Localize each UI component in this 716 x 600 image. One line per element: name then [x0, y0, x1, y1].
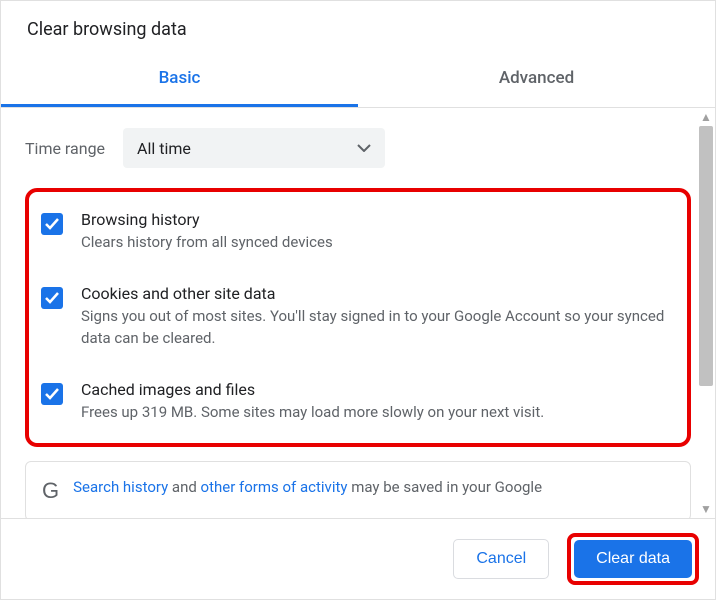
- checkbox-cache[interactable]: [41, 383, 63, 405]
- item-browsing-history: Browsing history Clears history from all…: [41, 210, 675, 254]
- item-cookies: Cookies and other site data Signs you ou…: [41, 284, 675, 350]
- tabs: Basic Advanced: [1, 54, 715, 108]
- google-icon: G: [42, 478, 59, 504]
- highlight-box: Browsing history Clears history from all…: [25, 188, 691, 447]
- dialog-content: Time range All time Browsing history Cle…: [1, 108, 715, 518]
- time-range-row: Time range All time: [25, 128, 691, 168]
- clear-browsing-data-dialog: Clear browsing data Basic Advanced Time …: [0, 0, 716, 600]
- item-cache: Cached images and files Frees up 319 MB.…: [41, 380, 675, 424]
- dialog-footer: Cancel Clear data: [1, 518, 715, 599]
- link-other-activity[interactable]: other forms of activity: [201, 478, 348, 496]
- checkbox-cookies[interactable]: [41, 287, 63, 309]
- dialog-title: Clear browsing data: [1, 1, 715, 54]
- google-account-info: G Search history and other forms of acti…: [25, 461, 691, 518]
- cancel-button[interactable]: Cancel: [453, 539, 549, 579]
- chevron-down-icon: [357, 144, 371, 152]
- item-title: Cookies and other site data: [81, 284, 675, 303]
- item-title: Cached images and files: [81, 380, 544, 399]
- clear-data-button[interactable]: Clear data: [574, 540, 692, 578]
- time-range-select[interactable]: All time: [123, 128, 385, 168]
- time-range-value: All time: [137, 139, 191, 158]
- checkbox-browsing-history[interactable]: [41, 213, 63, 235]
- item-subtitle: Frees up 319 MB. Some sites may load mor…: [81, 401, 544, 424]
- item-subtitle: Clears history from all synced devices: [81, 231, 333, 254]
- highlight-primary: Clear data: [567, 533, 699, 585]
- link-search-history[interactable]: Search history: [73, 478, 168, 496]
- info-text: Search history and other forms of activi…: [73, 478, 542, 496]
- tab-advanced[interactable]: Advanced: [358, 54, 715, 107]
- item-subtitle: Signs you out of most sites. You'll stay…: [81, 305, 675, 350]
- item-title: Browsing history: [81, 210, 333, 229]
- time-range-label: Time range: [25, 139, 105, 158]
- tab-basic[interactable]: Basic: [1, 54, 358, 107]
